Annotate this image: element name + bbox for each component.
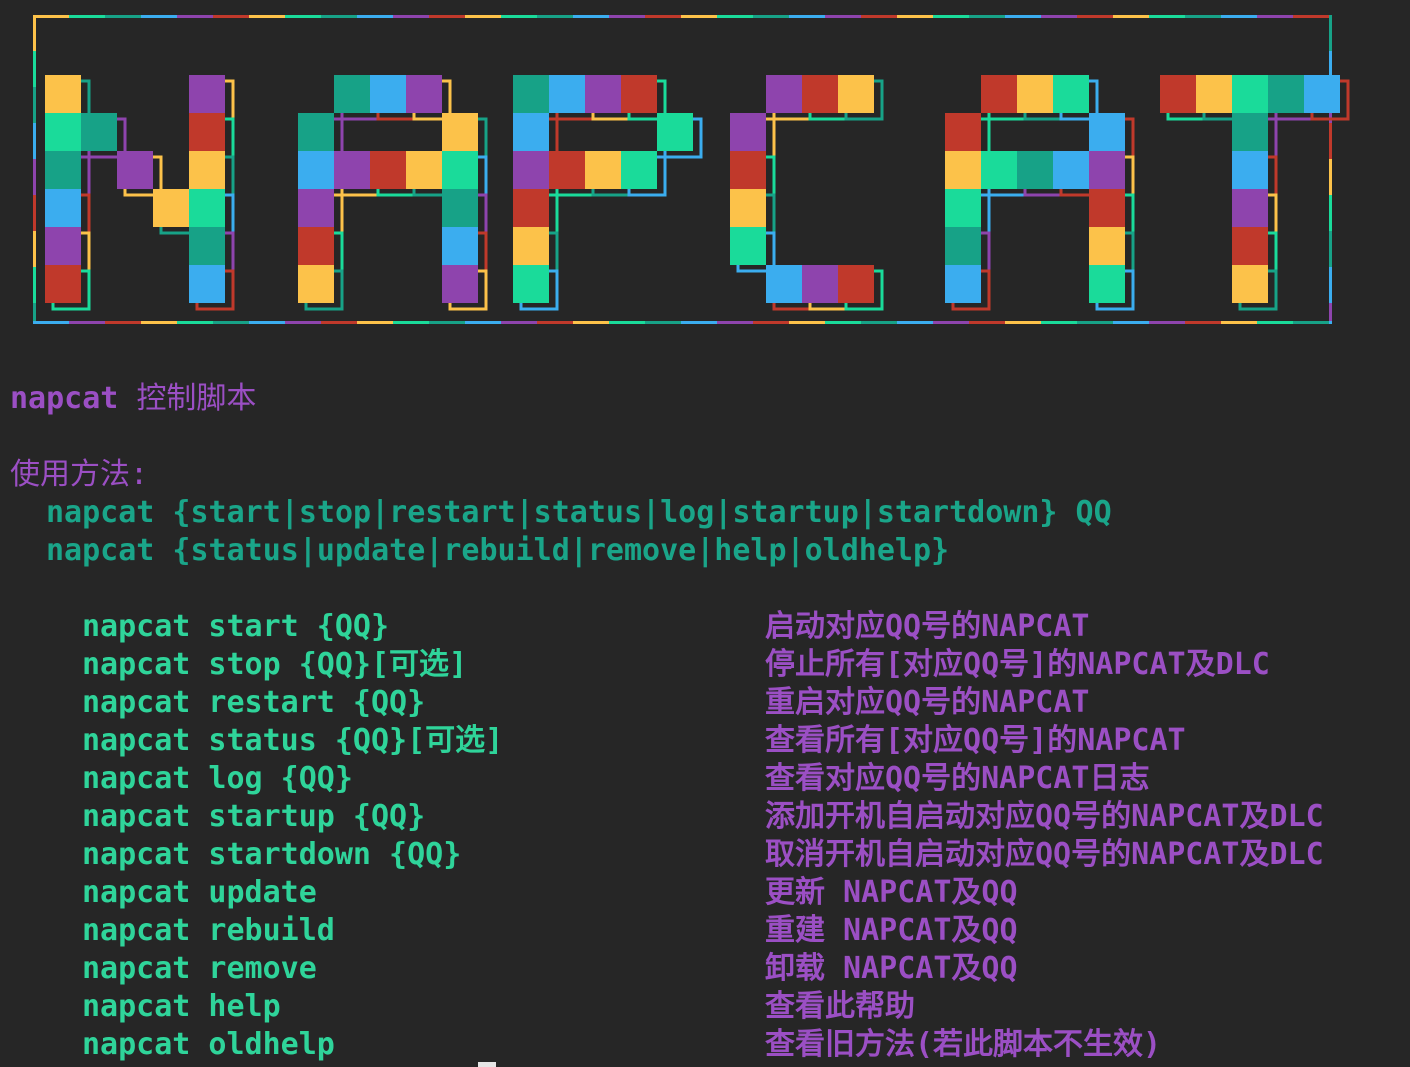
command-description: 重启对应QQ号的NAPCAT [765, 685, 1090, 720]
banner-letter-n [45, 75, 235, 311]
usage-line-1: napcat {start|stop|restart|status|log|st… [46, 495, 1112, 530]
command-description: 启动对应QQ号的NAPCAT [765, 609, 1090, 644]
napcat-ascii-banner [33, 15, 1350, 324]
command-text: napcat stop {QQ}[可选] [82, 647, 468, 682]
banner-letter-p [513, 75, 703, 311]
command-description: 添加开机自启动对应QQ号的NAPCAT及DLC [765, 799, 1324, 834]
command-text: napcat start {QQ} [82, 609, 390, 644]
command-text: napcat startdown {QQ} [82, 837, 462, 872]
command-description: 查看旧方法(若此脚本不生效) [765, 1027, 1162, 1062]
terminal-cursor [478, 1062, 496, 1067]
command-description: 更新 NAPCAT及QQ [765, 875, 1018, 910]
command-description: 取消开机自启动对应QQ号的NAPCAT及DLC [765, 837, 1324, 872]
command-text: napcat status {QQ}[可选] [82, 723, 504, 758]
command-description: 查看此帮助 [765, 989, 915, 1024]
command-text: napcat log {QQ} [82, 761, 353, 796]
banner-letter-a [298, 75, 488, 311]
command-description: 停止所有[对应QQ号]的NAPCAT及DLC [765, 647, 1270, 682]
command-description: 查看对应QQ号的NAPCAT日志 [765, 761, 1150, 796]
banner-letters [45, 75, 1350, 311]
command-description: 查看所有[对应QQ号]的NAPCAT [765, 723, 1186, 758]
command-text: napcat restart {QQ} [82, 685, 426, 720]
command-description: 重建 NAPCAT及QQ [765, 913, 1018, 948]
banner-letter-t [1160, 75, 1350, 311]
command-text: napcat startup {QQ} [82, 799, 426, 834]
script-title: napcat 控制脚本 [10, 380, 256, 418]
banner-border [33, 15, 1332, 324]
command-description: 卸载 NAPCAT及QQ [765, 951, 1018, 986]
banner-letter-c [730, 75, 884, 311]
title-name: napcat [10, 381, 119, 416]
command-text: napcat rebuild [82, 913, 335, 948]
usage-line-2: napcat {status|update|rebuild|remove|hel… [46, 533, 950, 568]
command-text: napcat help [82, 989, 281, 1024]
title-suffix: 控制脚本 [136, 381, 257, 416]
command-text: napcat remove [82, 951, 317, 986]
banner-letter-a [945, 75, 1135, 311]
usage-label: 使用方法: [10, 457, 149, 492]
command-text: napcat oldhelp [82, 1027, 335, 1062]
command-text: napcat update [82, 875, 317, 910]
